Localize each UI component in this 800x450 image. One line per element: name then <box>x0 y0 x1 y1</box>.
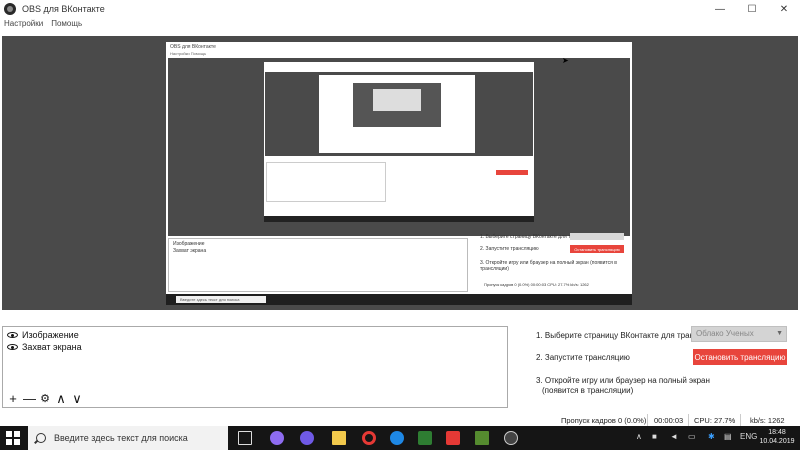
mouse-cursor-icon: ➤ <box>562 56 569 65</box>
move-up-button[interactable]: ∧ <box>55 392 67 405</box>
chevron-down-icon: ▼ <box>776 330 783 337</box>
taskbar-search-placeholder: Введите здесь текст для поиска <box>54 433 188 443</box>
opera-icon[interactable] <box>362 431 376 445</box>
notification-icon[interactable]: ■ <box>652 432 657 441</box>
nested-sources: Изображение Захват экрана <box>168 238 468 292</box>
stream-time: 00:00:03 <box>654 416 684 425</box>
sources-toolbar: + — ⚙ ∧ ∨ <box>7 392 83 405</box>
clock-time: 18:48 <box>768 429 786 436</box>
minimize-button[interactable]: — <box>704 0 736 18</box>
chevron-up-icon[interactable]: ∧ <box>636 432 642 441</box>
nested-preview-level2-area <box>265 72 533 156</box>
nested-preview-level3 <box>319 75 475 153</box>
nested-stop-button: Остановить трансляцию <box>570 245 624 253</box>
move-down-button[interactable]: ∨ <box>71 392 83 405</box>
maximize-button[interactable]: ☐ <box>736 0 768 18</box>
step3-label: 3. Откройте игру или браузер на полный э… <box>536 376 710 385</box>
nested-title: OBS для ВКонтакте <box>170 44 216 50</box>
nested-preview-window: OBS для ВКонтакте Настройки Помощь Изобр… <box>166 42 632 305</box>
bluetooth-icon[interactable]: ✱ <box>708 432 715 441</box>
nested-source-2: Захват экрана <box>173 248 207 254</box>
stream-preview: OBS для ВКонтакте Настройки Помощь Изобр… <box>2 36 798 310</box>
nested-preview-level3-area <box>353 83 441 127</box>
nested-level2-stop <box>496 170 528 175</box>
dropped-frames: Пропуск кадров 0 (0.0%) <box>561 416 647 425</box>
window-title: OBS для ВКонтакте <box>22 4 105 14</box>
file-explorer-icon[interactable] <box>332 431 346 445</box>
search-icon <box>36 433 46 443</box>
status-divider <box>740 414 741 426</box>
source-label: Захват экрана <box>22 342 82 352</box>
nested-taskbar-search: Введите здесь текст для поиска <box>176 296 266 303</box>
volume-icon[interactable]: ◄ <box>670 432 678 441</box>
window-controls: — ☐ ✕ <box>704 0 800 18</box>
nested-preview-area <box>168 58 630 236</box>
gear-icon[interactable]: ⚙ <box>39 393 51 405</box>
obs-icon[interactable] <box>504 431 518 445</box>
menu-bar: Настройки Помощь <box>0 18 800 32</box>
windows-start-icon[interactable] <box>6 431 20 445</box>
language-indicator[interactable]: ENG <box>740 432 757 441</box>
close-button[interactable]: ✕ <box>768 0 800 18</box>
game-icon[interactable] <box>418 431 432 445</box>
nested-status: Пропуск кадров 0 (0.0%) 00:00:03 CPU: 27… <box>484 282 589 287</box>
network-icon[interactable]: ▭ <box>688 432 696 441</box>
add-source-button[interactable]: + <box>7 392 19 405</box>
source-label: Изображение <box>22 330 79 340</box>
keyboard-icon[interactable]: ▤ <box>724 432 732 441</box>
nested-level2-sources <box>266 162 386 202</box>
eye-icon[interactable] <box>7 332 18 338</box>
clock-date: 10.04.2019 <box>759 438 795 445</box>
status-divider <box>647 414 648 426</box>
eye-icon[interactable] <box>7 344 18 350</box>
step3-sublabel: (появится в трансляции) <box>542 386 634 395</box>
red-app-icon[interactable] <box>446 431 460 445</box>
status-divider <box>688 414 689 426</box>
nested-level2-taskbar <box>264 216 534 222</box>
nested-step3: 3. Откройте игру или браузер на полный э… <box>480 260 617 272</box>
nested-taskbar: Введите здесь текст для поиска <box>166 294 632 305</box>
nested-page-select <box>570 233 624 240</box>
edge-icon[interactable] <box>390 431 404 445</box>
nested-menu: Настройки Помощь <box>170 51 207 56</box>
minecraft-icon[interactable] <box>475 431 489 445</box>
bitrate: kb/s: 1262 <box>750 416 785 425</box>
menu-help[interactable]: Помощь <box>47 18 86 32</box>
task-view-icon[interactable] <box>238 431 252 445</box>
title-bar: OBS для ВКонтакте — ☐ ✕ <box>0 0 800 18</box>
obs-logo-icon <box>4 3 16 15</box>
page-select-value: Облако Ученых <box>696 329 754 338</box>
remove-source-button[interactable]: — <box>23 392 36 405</box>
sources-panel: Изображение Захват экрана + — ⚙ ∧ ∨ <box>2 326 508 408</box>
windows-taskbar: Введите здесь текст для поиска ∧ ■ ◄ ▭ ✱… <box>0 426 800 450</box>
menu-settings[interactable]: Настройки <box>0 18 47 32</box>
source-item-image[interactable]: Изображение <box>7 329 79 341</box>
microphone-icon[interactable] <box>300 431 314 445</box>
step2-label: 2. Запустите трансляцию <box>536 353 630 362</box>
stop-stream-button[interactable]: Остановить трансляцию <box>693 349 787 365</box>
nested-preview-level4 <box>373 89 421 111</box>
nested-source-1: Изображение <box>173 241 205 247</box>
taskbar-search-box[interactable]: Введите здесь текст для поиска <box>28 426 228 450</box>
alice-icon[interactable] <box>270 431 284 445</box>
cpu-usage: CPU: 27.7% <box>694 416 736 425</box>
nested-preview-level2 <box>264 62 534 222</box>
taskbar-clock[interactable]: 18:48 10.04.2019 <box>757 428 797 446</box>
page-select[interactable]: Облако Ученых ▼ <box>691 326 787 342</box>
status-bar: Пропуск кадров 0 (0.0%) 00:00:03 CPU: 27… <box>0 414 800 426</box>
nested-step2: 2. Запустите трансляцию <box>480 246 539 252</box>
source-item-screen-capture[interactable]: Захват экрана <box>7 341 82 353</box>
